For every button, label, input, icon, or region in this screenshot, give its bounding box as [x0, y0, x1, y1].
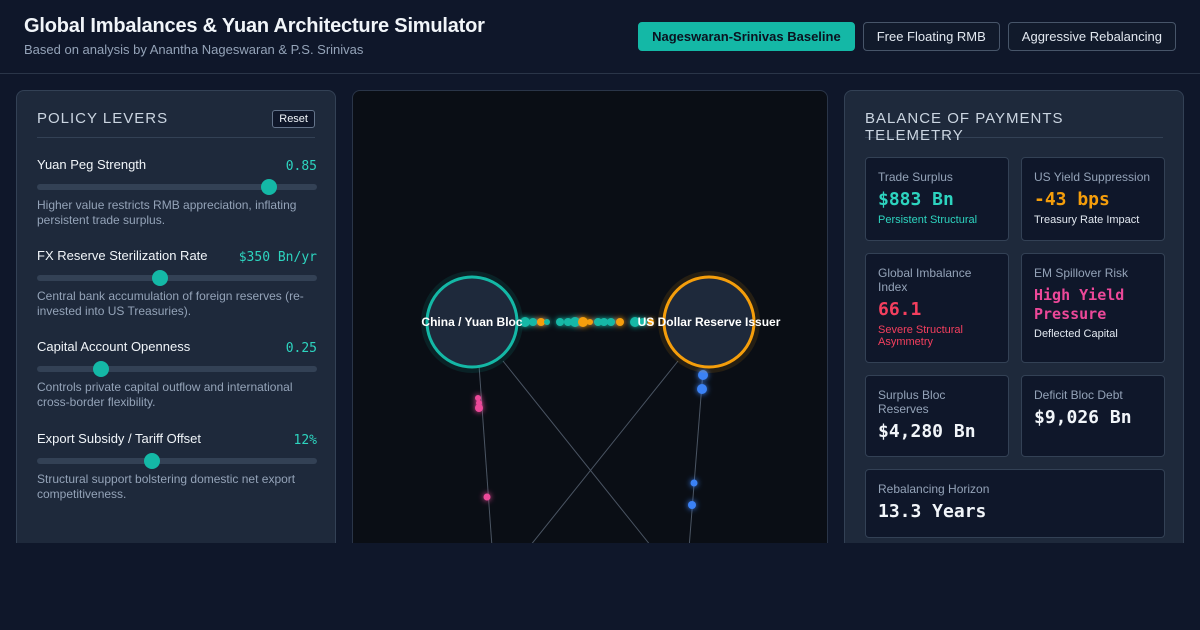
metric-card-deficit-debt: Deficit Bloc Debt $9,026 Bn: [1021, 375, 1165, 457]
metric-label: EM Spillover Risk: [1034, 266, 1129, 280]
metric-value: High Yield Pressure: [1034, 286, 1125, 323]
flow-diagram: China / Yuan Bloc US Dollar Reserve Issu…: [421, 271, 781, 559]
slider-thumb[interactable]: [93, 361, 110, 377]
flow-particle: [616, 318, 624, 326]
lever-label: Yuan Peg Strength: [37, 157, 147, 172]
metric-card-rebalancing-horizon: Rebalancing Horizon 13.3 Years: [865, 469, 1165, 538]
metric-subtext: Deflected Capital: [1034, 328, 1118, 340]
panel-title: Balance of Payments Telemetry: [865, 110, 1064, 144]
flow-particle: [544, 319, 550, 325]
flow-particle: [688, 501, 696, 509]
metric-card-em-spillover: EM Spillover Risk High Yield Pressure De…: [1021, 253, 1165, 363]
flow-particle: [475, 404, 483, 412]
slider-thumb[interactable]: [152, 270, 169, 286]
capital-flow-stream: [520, 317, 654, 327]
panel-header: Balance of Payments Telemetry: [865, 110, 1163, 144]
metric-label: Rebalancing Horizon: [878, 482, 990, 496]
page-footer-area: [0, 543, 1200, 630]
slider-track[interactable]: [37, 179, 317, 195]
metric-value: $4,280 Bn: [878, 421, 976, 442]
metric-value: 13.3 Years: [878, 501, 987, 522]
metric-value: -43 bps: [1034, 189, 1110, 210]
metric-value: 66.1: [878, 299, 922, 320]
reset-button[interactable]: Reset: [272, 110, 315, 128]
lever-capital-account: Capital Account Openness 0.25 Controls p…: [37, 339, 317, 409]
flow-line-china-diagonal: [502, 360, 663, 559]
flow-particle: [529, 318, 537, 326]
slider-thumb[interactable]: [143, 453, 160, 469]
metric-label: Global Imbalance Index: [878, 266, 972, 294]
lever-description: Higher value restricts RMB appreciation,…: [37, 198, 297, 227]
scenario-baseline-button[interactable]: Nageswaran-Srinivas Baseline: [638, 22, 855, 51]
lever-value: $350 Bn/yr: [238, 250, 317, 265]
metric-subtext: Persistent Structural: [878, 214, 978, 226]
metric-card-imbalance-index: Global Imbalance Index 66.1 Severe Struc…: [865, 253, 1009, 363]
slider-track[interactable]: [37, 270, 317, 286]
lever-value: 12%: [293, 433, 317, 448]
flow-particle: [607, 318, 615, 326]
page-title: Global Imbalances & Yuan Architecture Si…: [24, 15, 485, 37]
slider-thumb[interactable]: [261, 179, 278, 195]
lever-description: Central bank accumulation of foreign res…: [37, 289, 304, 318]
flow-particle: [587, 319, 593, 325]
flow-particle: [475, 395, 481, 401]
metric-subtext: Treasury Rate Impact: [1034, 214, 1140, 226]
metric-label: Deficit Bloc Debt: [1034, 388, 1123, 402]
node-us-label: US Dollar Reserve Issuer: [638, 315, 781, 329]
scenario-selector: Nageswaran-Srinivas Baseline Free Floati…: [638, 22, 1176, 51]
metric-value: $9,026 Bn: [1034, 407, 1132, 428]
metric-card-surplus-reserves: Surplus Bloc Reserves $4,280 Bn: [865, 375, 1009, 457]
node-china[interactable]: China / Yuan Bloc: [421, 271, 523, 373]
metric-card-trade-surplus: Trade Surplus $883 Bn Persistent Structu…: [865, 157, 1009, 241]
lever-description: Controls private capital outflow and int…: [37, 380, 293, 409]
metric-label: Trade Surplus: [878, 170, 953, 184]
app-header: Global Imbalances & Yuan Architecture Si…: [0, 0, 1200, 74]
lever-label: Capital Account Openness: [37, 339, 191, 354]
lever-value: 0.25: [285, 341, 317, 356]
flow-diagram-panel: China / Yuan Bloc US Dollar Reserve Issu…: [352, 90, 828, 560]
flow-particle: [556, 318, 564, 326]
scenario-aggressive-button[interactable]: Aggressive Rebalancing: [1007, 22, 1176, 51]
lever-value: 0.85: [285, 159, 317, 174]
lever-yuan-peg: Yuan Peg Strength 0.85 Higher value rest…: [37, 157, 317, 227]
metric-value: $883 Bn: [878, 189, 954, 210]
metric-label: Surplus Bloc Reserves: [878, 388, 946, 416]
node-china-label: China / Yuan Bloc: [421, 315, 522, 329]
flow-line-us-diagonal: [518, 360, 679, 559]
slider-track[interactable]: [37, 361, 317, 377]
telemetry-panel: Balance of Payments Telemetry Trade Surp…: [844, 90, 1184, 560]
lever-fx-reserve: FX Reserve Sterilization Rate $350 Bn/yr…: [37, 248, 317, 318]
metric-card-us-yield: US Yield Suppression -43 bps Treasury Ra…: [1021, 157, 1165, 241]
lever-label: Export Subsidy / Tariff Offset: [37, 431, 202, 446]
node-us[interactable]: US Dollar Reserve Issuer: [638, 271, 781, 373]
lever-description: Structural support bolstering domestic n…: [37, 472, 296, 501]
metric-subtext: Severe Structural Asymmetry: [878, 324, 963, 348]
metric-label: US Yield Suppression: [1034, 170, 1151, 184]
panel-header: Policy Levers Reset: [37, 110, 315, 138]
flow-particle: [600, 318, 608, 326]
flow-particle: [483, 493, 491, 501]
lever-export-subsidy: Export Subsidy / Tariff Offset 12% Struc…: [37, 431, 317, 501]
flow-particle: [690, 479, 698, 487]
policy-levers-panel: Policy Levers Reset Yuan Peg Strength 0.…: [16, 90, 336, 560]
flow-particle: [697, 384, 707, 394]
slider-track[interactable]: [37, 453, 317, 469]
flow-particle: [537, 318, 545, 326]
page-subtitle: Based on analysis by Anantha Nageswaran …: [24, 42, 364, 57]
scenario-free-floating-button[interactable]: Free Floating RMB: [862, 22, 1000, 51]
flow-particle: [578, 317, 588, 327]
flow-line-us-south: [687, 370, 704, 559]
